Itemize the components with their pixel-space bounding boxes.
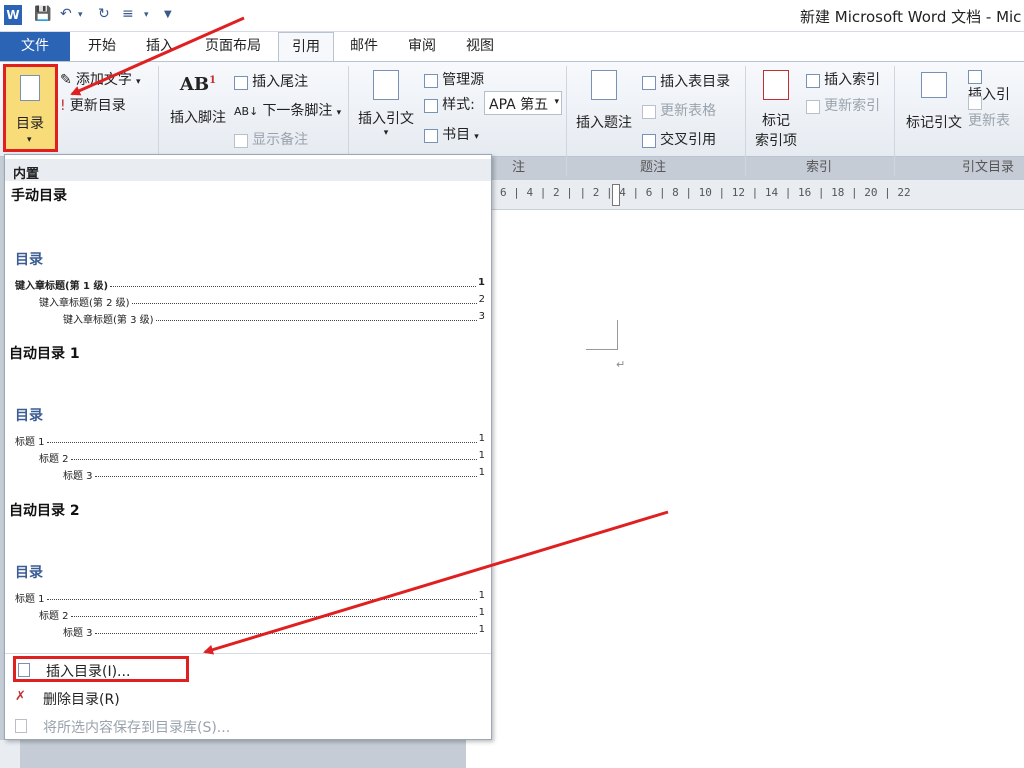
annotation-arrows [70, 16, 669, 655]
arrow-to-toc-button [70, 16, 245, 96]
arrow-to-insert-toc [203, 510, 669, 655]
